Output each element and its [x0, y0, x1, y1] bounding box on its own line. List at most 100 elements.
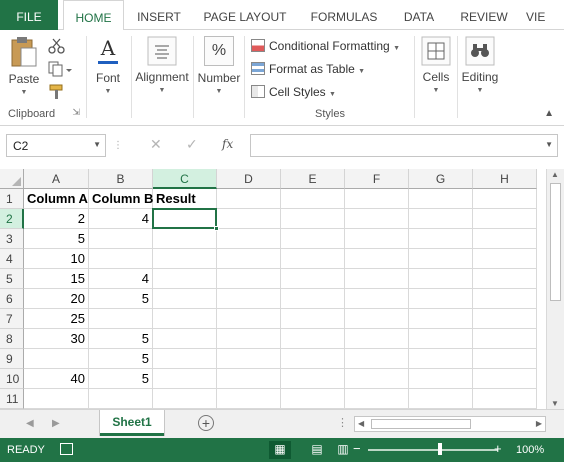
tab-formulas[interactable]: FORMULAS	[304, 0, 384, 30]
cell-h8[interactable]	[473, 329, 537, 349]
cell-f1[interactable]	[345, 189, 409, 209]
row-header-7[interactable]: 7	[0, 309, 24, 329]
cell-h5[interactable]	[473, 269, 537, 289]
cell-f10[interactable]	[345, 369, 409, 389]
cell-g9[interactable]	[409, 349, 473, 369]
cell-c10[interactable]	[153, 369, 217, 389]
cell-d10[interactable]	[217, 369, 281, 389]
name-box[interactable]: C2 ▼	[6, 134, 106, 157]
row-header-5[interactable]: 5	[0, 269, 24, 289]
row-header-3[interactable]: 3	[0, 229, 24, 249]
scroll-up-icon[interactable]: ▲	[551, 170, 559, 179]
cell-f9[interactable]	[345, 349, 409, 369]
zoom-slider[interactable]	[368, 449, 498, 451]
cell-a3[interactable]: 5	[24, 229, 89, 249]
cell-a2[interactable]: 2	[24, 209, 89, 229]
cell-b5[interactable]: 4	[89, 269, 153, 289]
cell-a8[interactable]: 30	[24, 329, 89, 349]
cell-e3[interactable]	[281, 229, 345, 249]
cell-c1[interactable]: Result	[153, 189, 217, 209]
cell-f3[interactable]	[345, 229, 409, 249]
enter-icon[interactable]: ✓	[186, 136, 198, 153]
cell-h11[interactable]	[473, 389, 537, 409]
font-button[interactable]: A Font ▼	[90, 36, 126, 95]
cell-d6[interactable]	[217, 289, 281, 309]
cell-d9[interactable]	[217, 349, 281, 369]
column-header-g[interactable]: G	[409, 169, 473, 189]
scroll-right-icon[interactable]: ▶	[536, 419, 542, 428]
sheet-prev-icon[interactable]: ◀	[26, 418, 34, 429]
tab-data[interactable]: DATA	[394, 0, 444, 30]
cell-h10[interactable]	[473, 369, 537, 389]
cell-d8[interactable]	[217, 329, 281, 349]
column-header-b[interactable]: B	[89, 169, 153, 189]
active-cell-border[interactable]	[152, 208, 219, 231]
cell-d3[interactable]	[217, 229, 281, 249]
cell-c5[interactable]	[153, 269, 217, 289]
cell-d4[interactable]	[217, 249, 281, 269]
cell-a1[interactable]: Column A	[24, 189, 89, 209]
zoom-out-icon[interactable]: −	[353, 441, 361, 456]
cell-a5[interactable]: 15	[24, 269, 89, 289]
cell-g5[interactable]	[409, 269, 473, 289]
editing-button[interactable]: Editing ▼	[460, 36, 500, 94]
formula-input[interactable]: ▼	[250, 134, 558, 157]
row-header-10[interactable]: 10	[0, 369, 24, 389]
cell-b3[interactable]	[89, 229, 153, 249]
tab-home[interactable]: HOME	[63, 0, 124, 31]
cell-b2[interactable]: 4	[89, 209, 153, 229]
cell-g11[interactable]	[409, 389, 473, 409]
cell-b8[interactable]: 5	[89, 329, 153, 349]
cell-a6[interactable]: 20	[24, 289, 89, 309]
cell-a4[interactable]: 10	[24, 249, 89, 269]
horizontal-scrollbar[interactable]: ◀ ▶	[354, 416, 546, 432]
cell-b11[interactable]	[89, 389, 153, 409]
cell-e10[interactable]	[281, 369, 345, 389]
column-header-a[interactable]: A	[24, 169, 89, 189]
cell-e2[interactable]	[281, 209, 345, 229]
cell-c7[interactable]	[153, 309, 217, 329]
cell-e7[interactable]	[281, 309, 345, 329]
cell-h7[interactable]	[473, 309, 537, 329]
cell-a11[interactable]	[24, 389, 89, 409]
zoom-level[interactable]: 100%	[516, 444, 544, 456]
cell-c8[interactable]	[153, 329, 217, 349]
scroll-thumb[interactable]	[550, 183, 561, 301]
cell-b4[interactable]	[89, 249, 153, 269]
row-header-11[interactable]: 11	[0, 389, 24, 409]
row-header-4[interactable]: 4	[0, 249, 24, 269]
cell-f6[interactable]	[345, 289, 409, 309]
tab-insert[interactable]: INSERT	[130, 0, 188, 30]
cell-f11[interactable]	[345, 389, 409, 409]
cell-c3[interactable]	[153, 229, 217, 249]
format-painter-icon[interactable]	[48, 84, 66, 100]
column-header-c[interactable]: C	[153, 169, 217, 189]
cell-b7[interactable]	[89, 309, 153, 329]
cancel-icon[interactable]: ✕	[150, 136, 162, 153]
cell-e5[interactable]	[281, 269, 345, 289]
cell-c11[interactable]	[153, 389, 217, 409]
number-button[interactable]: % Number ▼	[196, 36, 242, 95]
row-header-2[interactable]: 2	[0, 209, 24, 229]
worksheet-grid[interactable]: A B C D E F G H 1 Column A Column B Result 2 2 4 3 5 4 10 5…	[0, 169, 546, 409]
cell-g2[interactable]	[409, 209, 473, 229]
column-header-h[interactable]: H	[473, 169, 537, 189]
cell-b9[interactable]: 5	[89, 349, 153, 369]
alignment-button[interactable]: Alignment ▼	[133, 36, 191, 94]
cell-d1[interactable]	[217, 189, 281, 209]
cell-h9[interactable]	[473, 349, 537, 369]
fill-handle[interactable]	[214, 226, 219, 231]
conditional-formatting-button[interactable]: Conditional Formatting ▼	[251, 36, 400, 56]
row-header-9[interactable]: 9	[0, 349, 24, 369]
column-header-d[interactable]: D	[217, 169, 281, 189]
cell-g6[interactable]	[409, 289, 473, 309]
copy-icon[interactable]	[48, 61, 72, 77]
cell-h4[interactable]	[473, 249, 537, 269]
cell-g4[interactable]	[409, 249, 473, 269]
cell-f4[interactable]	[345, 249, 409, 269]
dialog-launcher-icon[interactable]: ⇲	[72, 107, 80, 118]
cell-a7[interactable]: 25	[24, 309, 89, 329]
cell-g8[interactable]	[409, 329, 473, 349]
tab-split-handle[interactable]: ⋮	[337, 416, 348, 429]
cut-icon[interactable]	[48, 38, 66, 54]
